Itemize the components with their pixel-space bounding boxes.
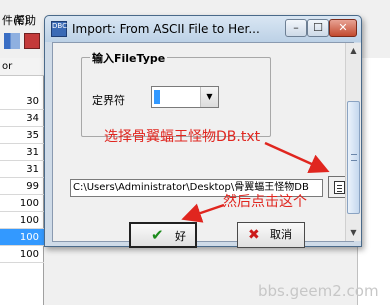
grid-cell[interactable]: 31 bbox=[0, 144, 44, 161]
vertical-scrollbar[interactable]: ▲ ▼ bbox=[345, 43, 361, 241]
maximize-button[interactable]: ☐ bbox=[307, 19, 329, 37]
grid-cell[interactable]: 99 bbox=[0, 178, 44, 195]
annotation-select-file: 选择骨翼蝠王怪物DB.txt bbox=[104, 129, 261, 145]
exit-tool-icon[interactable] bbox=[24, 33, 40, 49]
cancel-label: 取消 bbox=[270, 228, 292, 241]
cross-icon: ✖ bbox=[248, 227, 260, 243]
app-icon: DBC bbox=[51, 21, 67, 37]
scroll-down-icon[interactable]: ▼ bbox=[346, 225, 361, 241]
group-label: 输入FileType bbox=[90, 50, 168, 66]
grid-tool-icon[interactable] bbox=[4, 33, 20, 49]
combo-selection bbox=[154, 90, 160, 104]
scroll-up-icon[interactable]: ▲ bbox=[346, 43, 361, 59]
checkmark-icon: ✔ bbox=[151, 226, 164, 244]
dialog-title: Import: From ASCII File to Her... bbox=[72, 22, 260, 36]
grid-cell[interactable]: 31 bbox=[0, 161, 44, 178]
grid-cell[interactable]: 35 bbox=[0, 127, 44, 144]
grid-cell[interactable]: 34 bbox=[0, 110, 44, 127]
grid-cell[interactable]: 100 bbox=[0, 195, 44, 212]
menu-help[interactable]: 帮助 bbox=[14, 12, 36, 28]
annotation-then-click: 然后点击这个 bbox=[223, 194, 307, 210]
chevron-down-icon[interactable]: ▼ bbox=[200, 87, 218, 107]
cancel-button[interactable]: ✖ 取消 bbox=[237, 222, 305, 248]
grid-cell[interactable]: 100 bbox=[0, 212, 44, 229]
watermark: bbs.geem2.com bbox=[258, 282, 379, 300]
filetype-group: 输入FileType 定界符 ▼ bbox=[81, 50, 271, 137]
ok-button[interactable]: ✔ 好 bbox=[129, 222, 197, 248]
grid-cell[interactable]: 100 bbox=[0, 246, 44, 263]
grid-cell-selected[interactable]: 100 bbox=[0, 229, 44, 246]
delimiter-combo[interactable]: ▼ bbox=[151, 86, 219, 108]
minimize-button[interactable]: – bbox=[285, 19, 307, 37]
grid-column-header[interactable]: or bbox=[0, 58, 44, 76]
data-grid: or 30 34 35 31 31 99 100 100 100 100 100 bbox=[0, 58, 44, 305]
grip-icon bbox=[351, 154, 357, 161]
scrollbar-thumb[interactable] bbox=[347, 101, 360, 214]
document-icon bbox=[334, 181, 345, 194]
dialog-titlebar[interactable]: DBC Import: From ASCII File to Her... – … bbox=[45, 16, 361, 42]
delimiter-label: 定界符 bbox=[92, 94, 125, 107]
ok-label: 好 bbox=[175, 230, 186, 243]
grid-cell[interactable]: 30 bbox=[0, 93, 44, 110]
close-button[interactable]: ✕ bbox=[329, 19, 357, 37]
